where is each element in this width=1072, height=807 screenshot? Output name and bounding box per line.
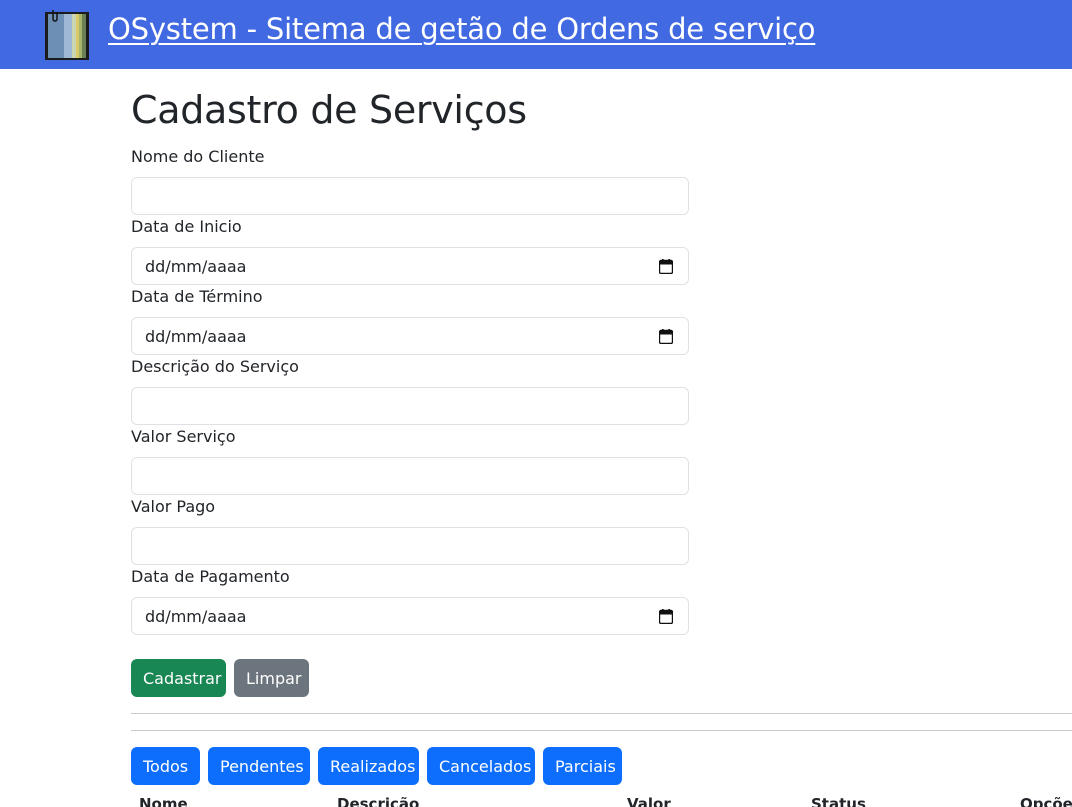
calendar-icon[interactable] (659, 329, 673, 344)
paid-value-label: Valor Pago (131, 497, 216, 516)
filter-partial-button[interactable]: Parciais (543, 747, 622, 785)
app-title-link[interactable]: OSystem - Sitema de getão de Ordens de s… (108, 12, 816, 46)
page-title: Cadastro de Serviços (131, 88, 527, 132)
navbar: OSystem - Sitema de getão de Ordens de s… (0, 0, 1072, 69)
payment-date-placeholder: dd/mm/aaaa (145, 607, 247, 626)
notebook-icon (45, 10, 89, 60)
divider (131, 730, 1072, 731)
column-header-value: Valor (627, 795, 671, 807)
start-date-input[interactable]: dd/mm/aaaa (131, 247, 689, 285)
end-date-placeholder: dd/mm/aaaa (145, 327, 247, 346)
end-date-label: Data de Término (131, 287, 263, 306)
submit-button[interactable]: Cadastrar (131, 659, 226, 697)
start-date-label: Data de Inicio (131, 217, 242, 236)
client-name-label: Nome do Cliente (131, 147, 265, 166)
payment-date-label: Data de Pagamento (131, 567, 290, 586)
column-header-description: Descrição (337, 795, 420, 807)
client-name-input[interactable] (131, 177, 689, 215)
column-header-name: Nome (139, 795, 188, 807)
filter-done-button[interactable]: Realizados (318, 747, 419, 785)
payment-date-input[interactable]: dd/mm/aaaa (131, 597, 689, 635)
column-header-options: Opções (1020, 795, 1072, 807)
divider (131, 713, 1072, 714)
description-input[interactable] (131, 387, 689, 425)
clear-button[interactable]: Limpar (234, 659, 309, 697)
column-header-status: Status (811, 795, 866, 807)
filter-pending-button[interactable]: Pendentes (208, 747, 310, 785)
paid-value-input[interactable] (131, 527, 689, 565)
calendar-icon[interactable] (659, 259, 673, 274)
filter-all-button[interactable]: Todos (131, 747, 200, 785)
end-date-input[interactable]: dd/mm/aaaa (131, 317, 689, 355)
service-value-label: Valor Serviço (131, 427, 236, 446)
service-value-input[interactable] (131, 457, 689, 495)
filter-cancelled-button[interactable]: Cancelados (427, 747, 535, 785)
start-date-placeholder: dd/mm/aaaa (145, 257, 247, 276)
description-label: Descrição do Serviço (131, 357, 299, 376)
calendar-icon[interactable] (659, 609, 673, 624)
